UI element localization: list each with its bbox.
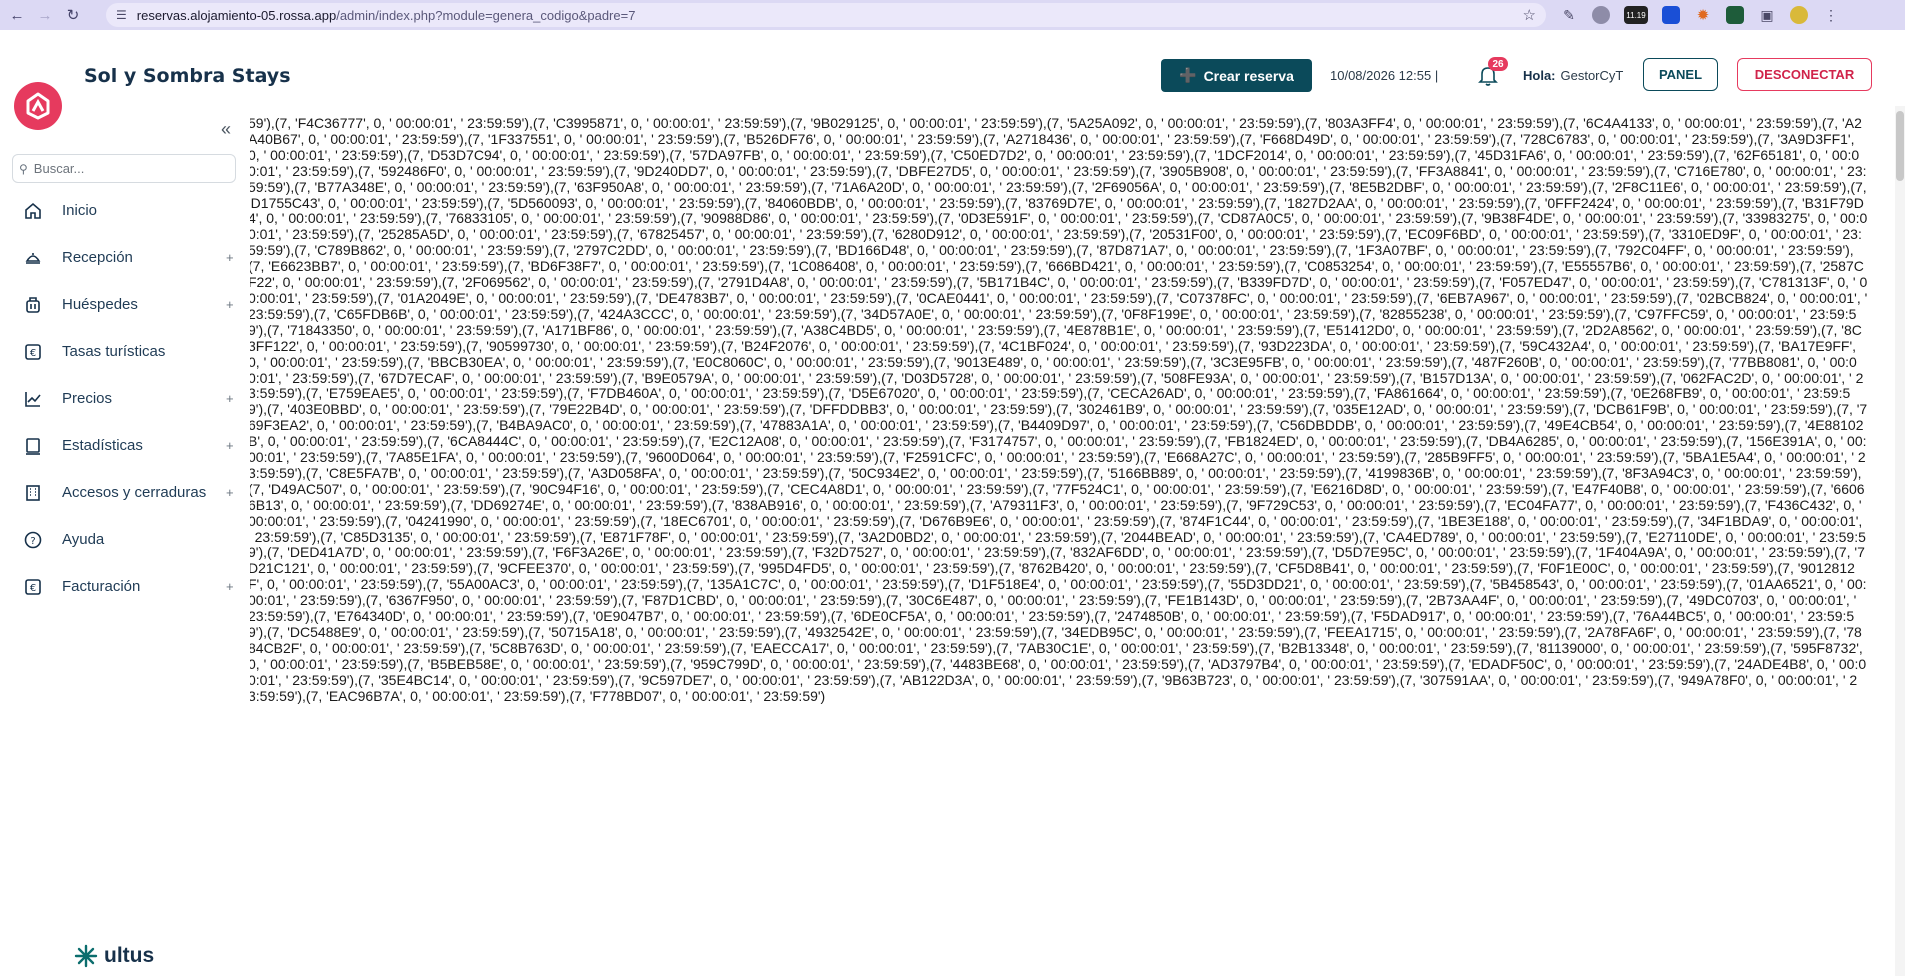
puzzle-icon[interactable]: ▣: [1758, 6, 1776, 24]
sidebar-item-label: Inicio: [62, 202, 98, 219]
url-host: reservas.alojamiento-05.rossa.app: [136, 7, 337, 23]
create-reservation-label: Crear reserva: [1203, 67, 1294, 84]
plus-circle-icon: ➕: [1179, 67, 1197, 83]
site-settings-icon[interactable]: ☰: [116, 8, 127, 22]
admin-page: « ⚲ Inicio Recepción + Huéspedes + € Tas: [0, 30, 1905, 976]
sidebar-item-recepcion[interactable]: Recepción +: [0, 234, 250, 281]
page-scrollbar[interactable]: [1895, 106, 1905, 976]
notification-count-badge: 26: [1488, 57, 1508, 71]
greeting-label: Hola:: [1523, 68, 1556, 83]
home-icon: [22, 200, 44, 222]
help-icon: ?: [22, 529, 44, 551]
create-reservation-button[interactable]: ➕ Crear reserva: [1161, 59, 1312, 92]
footer-brand[interactable]: ultus: [74, 944, 154, 968]
euro-icon: €: [22, 576, 44, 598]
panel-button[interactable]: PANEL: [1643, 58, 1718, 91]
scrollbar-thumb[interactable]: [1896, 111, 1904, 181]
euro-icon: €: [22, 341, 44, 363]
expand-plus-icon[interactable]: +: [226, 485, 234, 500]
search-input[interactable]: [33, 161, 224, 176]
chart-line-icon: [22, 388, 44, 410]
back-icon[interactable]: ←: [6, 4, 28, 26]
footer-brand-text: ultus: [104, 944, 155, 967]
generated-codes-output: 59'),(7, 'F4C36777', 0, ' 00:00:01', ' 2…: [250, 116, 1895, 976]
expand-plus-icon[interactable]: +: [226, 579, 234, 594]
sidebar-item-label: Estadísticas: [62, 437, 143, 454]
logout-button[interactable]: DESCONECTAR: [1737, 58, 1872, 91]
logo-mark-icon: [26, 92, 50, 120]
sidebar-item-huespedes[interactable]: Huéspedes +: [0, 281, 250, 328]
current-datetime: 10/08/2026 12:55 |: [1330, 68, 1439, 83]
bookmark-star-icon[interactable]: ☆: [1523, 6, 1536, 24]
extension-sun-icon[interactable]: ✹: [1694, 6, 1712, 24]
expand-plus-icon[interactable]: +: [226, 250, 234, 265]
building-icon: [22, 482, 44, 504]
url-path: /admin/index.php?module=genera_codigo&pa…: [336, 7, 636, 23]
bell-service-icon: [22, 247, 44, 269]
sidebar-item-label: Huéspedes: [62, 296, 138, 313]
brand-title: Sol y Sombra Stays: [84, 65, 291, 87]
sidebar-item-precios[interactable]: Precios +: [0, 375, 250, 422]
sidebar-item-label: Ayuda: [62, 531, 105, 548]
shield-icon[interactable]: [1726, 6, 1744, 24]
collapse-sidebar-icon[interactable]: «: [221, 119, 231, 140]
pen-icon[interactable]: ✎: [1560, 6, 1578, 24]
svg-text:€: €: [30, 583, 36, 594]
sidebar-item-label: Accesos y cerraduras: [62, 484, 207, 501]
sidebar-item-ayuda[interactable]: ? Ayuda: [0, 516, 250, 563]
username: GestorCyT: [1560, 68, 1624, 83]
search-icon: ⚲: [19, 161, 28, 176]
extension-icon[interactable]: [1662, 6, 1680, 24]
svg-text:?: ?: [30, 536, 35, 547]
sidebar-item-accesos[interactable]: Accesos y cerraduras +: [0, 469, 250, 516]
extension-badge-icon[interactable]: 11.19: [1624, 6, 1648, 24]
menu-dots-icon[interactable]: ⋮: [1822, 6, 1840, 24]
sidebar: « ⚲ Inicio Recepción + Huéspedes + € Tas: [0, 30, 250, 976]
luggage-icon: [22, 294, 44, 316]
browser-toolbar: ← → ↻ ☰ reservas.alojamiento-05.rossa.ap…: [0, 0, 1905, 30]
expand-plus-icon[interactable]: +: [226, 297, 234, 312]
user-greeting: Hola: GestorCyT: [1523, 68, 1623, 83]
svg-text:€: €: [30, 348, 36, 359]
expand-plus-icon[interactable]: +: [226, 438, 234, 453]
top-header: Sol y Sombra Stays ➕ Crear reserva 10/08…: [84, 30, 1905, 106]
extensions-area: ✎ 11.19 ✹ ▣ ⋮: [1560, 3, 1840, 27]
sidebar-item-label: Tasas turísticas: [62, 343, 166, 360]
address-bar[interactable]: ☰ reservas.alojamiento-05.rossa.app/admi…: [106, 3, 1546, 27]
ultus-logo-icon: [74, 944, 98, 968]
sidebar-item-label: Precios: [62, 390, 113, 407]
sidebar-item-facturacion[interactable]: € Facturación +: [0, 563, 250, 610]
sql-values-text: 59'),(7, 'F4C36777', 0, ' 00:00:01', ' 2…: [250, 116, 1868, 704]
sidebar-search[interactable]: ⚲: [12, 154, 236, 183]
reload-icon[interactable]: ↻: [62, 4, 84, 26]
extension-icon[interactable]: [1592, 6, 1610, 24]
profile-avatar[interactable]: [1790, 6, 1808, 24]
sidebar-item-inicio[interactable]: Inicio: [0, 187, 250, 234]
expand-plus-icon[interactable]: +: [226, 391, 234, 406]
sidebar-item-estadisticas[interactable]: Estadísticas +: [0, 422, 250, 469]
sidebar-item-label: Facturación: [62, 578, 141, 595]
sidebar-menu: Inicio Recepción + Huéspedes + € Tasas t…: [0, 187, 250, 610]
app-logo[interactable]: [14, 82, 62, 130]
extension-badge-text: 11.19: [1626, 10, 1646, 20]
sidebar-item-tasas[interactable]: € Tasas turísticas: [0, 328, 250, 375]
forward-icon[interactable]: →: [34, 4, 56, 26]
sidebar-item-label: Recepción: [62, 249, 133, 266]
device-icon: [22, 435, 44, 457]
